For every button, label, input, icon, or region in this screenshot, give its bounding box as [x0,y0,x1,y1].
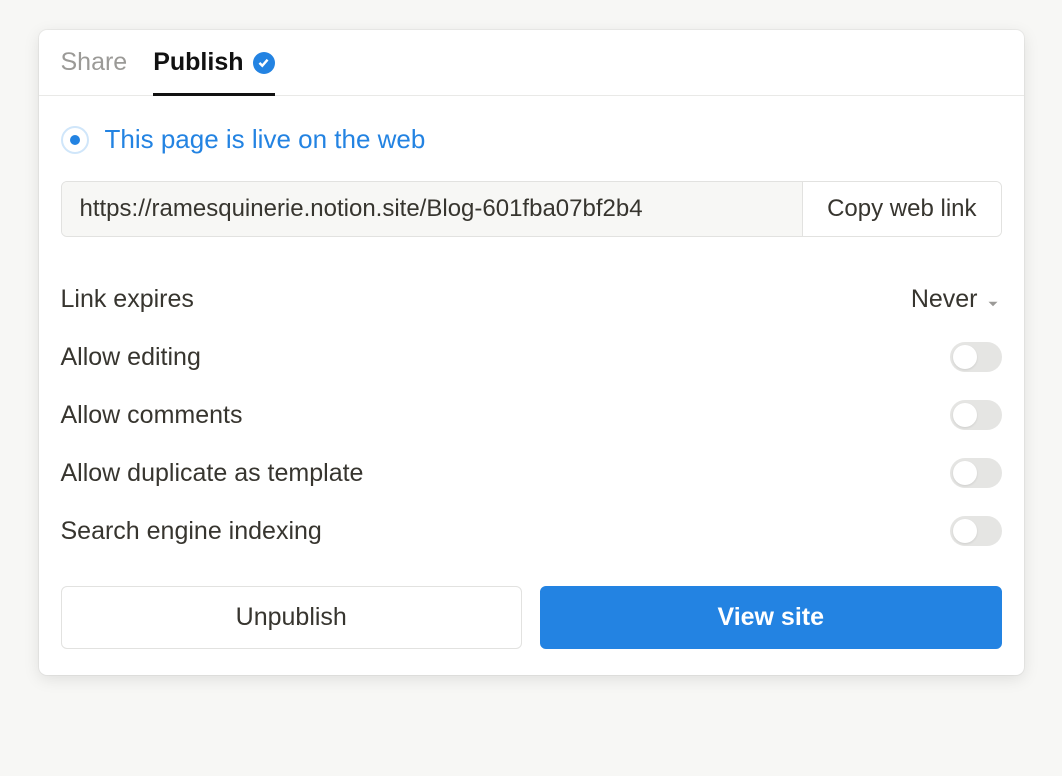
action-buttons: Unpublish View site [61,586,1002,649]
link-expires-value: Never [911,285,978,314]
search-indexing-label: Search engine indexing [61,517,322,546]
link-expires-dropdown[interactable]: Never [911,285,1002,314]
view-site-button[interactable]: View site [540,586,1002,649]
tab-publish-label: Publish [153,48,243,77]
public-url-input[interactable] [62,182,803,236]
publish-dialog: Share Publish This page is live on the w… [39,30,1024,675]
check-icon [253,52,275,74]
url-row: Copy web link [61,181,1002,237]
setting-search-indexing: Search engine indexing [61,502,1002,560]
allow-comments-label: Allow comments [61,401,243,430]
chevron-down-icon [984,291,1002,309]
setting-link-expires: Link expires Never [61,271,1002,328]
dialog-content: This page is live on the web Copy web li… [39,96,1024,675]
copy-link-button[interactable]: Copy web link [802,182,1000,236]
allow-duplicate-toggle[interactable] [950,458,1002,488]
live-status-text: This page is live on the web [105,124,426,155]
live-status-row: This page is live on the web [61,124,1002,155]
unpublish-button[interactable]: Unpublish [61,586,523,649]
allow-comments-toggle[interactable] [950,400,1002,430]
link-expires-label: Link expires [61,285,194,314]
tab-share-label: Share [61,48,128,77]
allow-editing-label: Allow editing [61,343,201,372]
allow-duplicate-label: Allow duplicate as template [61,459,364,488]
setting-allow-editing: Allow editing [61,328,1002,386]
setting-allow-duplicate: Allow duplicate as template [61,444,1002,502]
live-indicator-icon [61,126,89,154]
tab-share[interactable]: Share [61,30,128,96]
allow-editing-toggle[interactable] [950,342,1002,372]
dialog-tabs: Share Publish [39,30,1024,96]
search-indexing-toggle[interactable] [950,516,1002,546]
tab-publish[interactable]: Publish [153,30,274,96]
setting-allow-comments: Allow comments [61,386,1002,444]
